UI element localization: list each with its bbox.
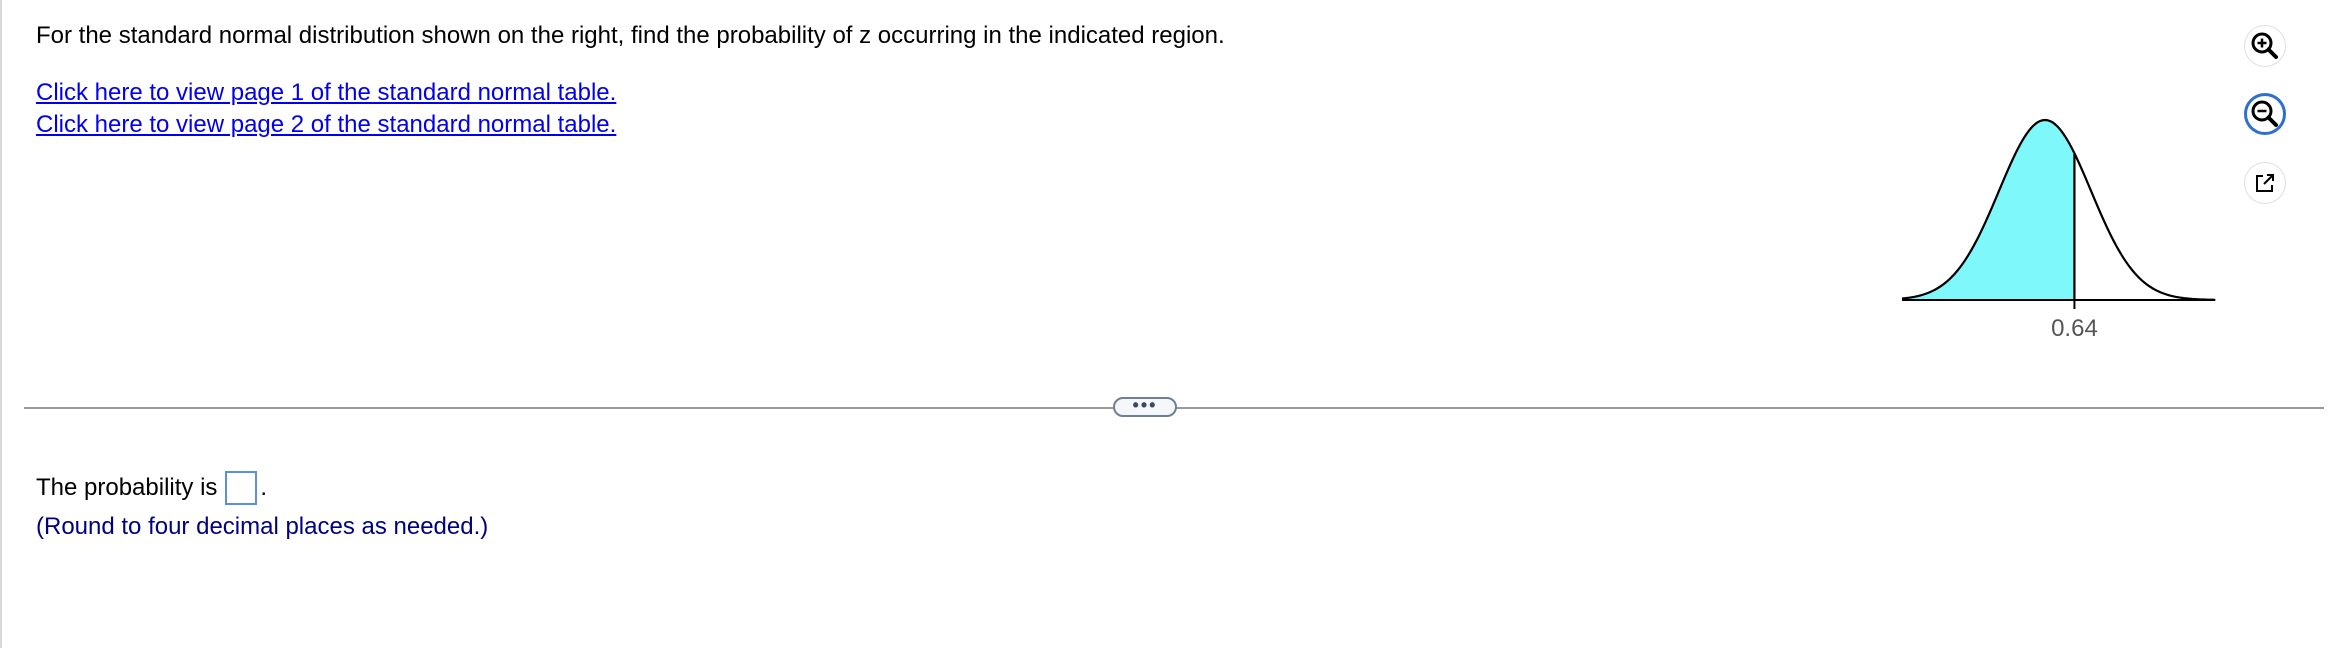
question-page: For the standard normal distribution sho…	[0, 0, 2342, 648]
popout-icon	[2256, 174, 2274, 192]
z-value-label: 0.64	[2051, 315, 2098, 342]
rounding-instruction: (Round to four decimal places as needed.…	[36, 513, 489, 540]
zoom-in-icon	[2251, 32, 2278, 59]
table-links: Click here to view page 1 of the standar…	[36, 77, 616, 141]
zoom-out-icon	[2251, 100, 2278, 127]
answer-prefix: The probability is	[36, 474, 218, 501]
probability-answer-input[interactable]	[225, 471, 258, 505]
table-page-1-link[interactable]: Click here to view page 1 of the standar…	[36, 77, 616, 109]
normal-distribution-figure: 0.64	[1902, 60, 2242, 350]
question-text: For the standard normal distribution sho…	[36, 22, 1225, 49]
answer-suffix: .	[260, 474, 268, 501]
divider-expand-handle[interactable]: •••	[1113, 396, 1177, 417]
popout-button[interactable]	[2244, 162, 2286, 204]
normal-curve-graph: 0.64	[1902, 118, 2216, 342]
shaded-region	[1902, 120, 2075, 300]
answer-row: The probability is .	[36, 470, 267, 506]
zoom-in-button[interactable]	[2244, 25, 2286, 67]
zoom-out-button[interactable]	[2244, 93, 2286, 135]
table-page-2-link[interactable]: Click here to view page 2 of the standar…	[36, 109, 616, 141]
